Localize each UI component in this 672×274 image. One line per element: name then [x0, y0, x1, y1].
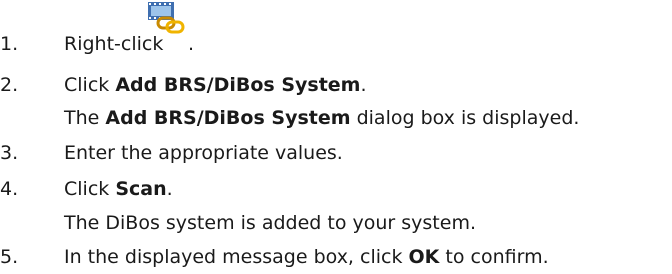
step-number: 2.	[0, 74, 19, 96]
step-number: 4.	[0, 178, 19, 200]
ui-term: Add BRS/DiBos System	[115, 74, 361, 96]
step-number: 5.	[0, 246, 19, 268]
ui-term: OK	[408, 246, 440, 268]
step-number: 3.	[0, 142, 19, 164]
ui-term: Scan	[115, 178, 167, 200]
step-number: 1.	[0, 33, 19, 55]
step-1-suffix: .	[188, 33, 195, 55]
video-link-device-icon	[146, 0, 186, 36]
step-text: Right-click	[64, 33, 164, 55]
ui-term: Add BRS/DiBos System	[105, 107, 351, 129]
